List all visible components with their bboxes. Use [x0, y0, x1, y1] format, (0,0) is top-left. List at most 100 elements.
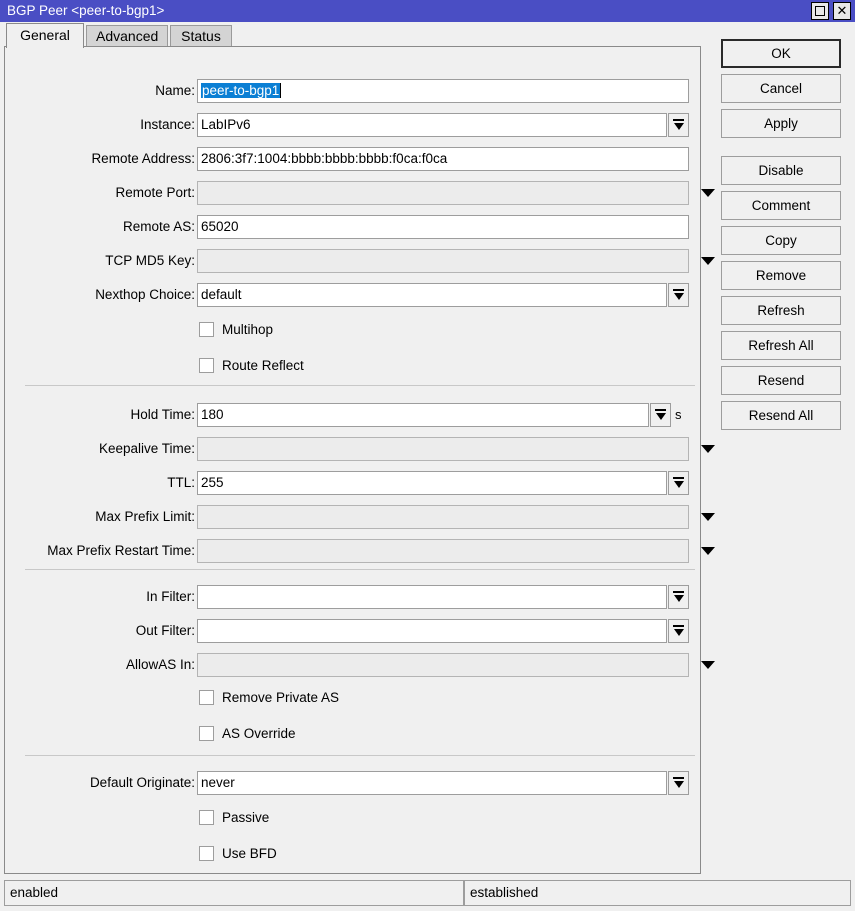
- field-out-filter[interactable]: [197, 619, 667, 643]
- button-ok[interactable]: OK: [721, 39, 841, 68]
- field-allowas-in: [197, 653, 689, 677]
- button-cancel[interactable]: Cancel: [721, 74, 841, 103]
- dropdown-arrow-icon-max-prefix-restart-time[interactable]: [701, 547, 715, 555]
- general-tab-panel: Name:peer-to-bgp1Instance:LabIPv6Remote …: [4, 46, 701, 874]
- field-in-filter[interactable]: [197, 585, 667, 609]
- field-label: AllowAS In:: [5, 653, 195, 677]
- field-label: Remote AS:: [5, 215, 195, 239]
- button-resend-all[interactable]: Resend All: [721, 401, 841, 430]
- chevron-down-icon: [674, 123, 684, 130]
- chevron-down-icon: [674, 629, 684, 636]
- spinner-bar-icon: [673, 119, 684, 121]
- status-enabled-state: enabled: [4, 880, 464, 906]
- form-row: Remote Address:2806:3f7:1004:bbbb:bbbb:b…: [5, 147, 702, 171]
- spinner-button-default-originate[interactable]: [668, 771, 689, 795]
- status-bar: enabled established: [0, 880, 855, 908]
- field-hold-time[interactable]: 180: [197, 403, 649, 427]
- button-resend[interactable]: Resend: [721, 366, 841, 395]
- field-label: Nexthop Choice:: [5, 283, 195, 307]
- button-refresh[interactable]: Refresh: [721, 296, 841, 325]
- maximize-icon: [815, 6, 825, 16]
- section-separator: [25, 755, 695, 756]
- spinner-bar-icon: [673, 477, 684, 479]
- checkbox-route-reflect[interactable]: [199, 358, 214, 373]
- dropdown-arrow-icon-tcp-md5-key[interactable]: [701, 257, 715, 265]
- checkbox-label: Route Reflect: [222, 355, 304, 376]
- field-tcp-md5-key: [197, 249, 689, 273]
- maximize-button[interactable]: [811, 2, 829, 20]
- spinner-bar-icon: [673, 777, 684, 779]
- unit-suffix: s: [675, 403, 682, 427]
- bgp-peer-dialog: BGP Peer <peer-to-bgp1> ✕ GeneralAdvance…: [0, 0, 855, 911]
- status-session-state: established: [464, 880, 851, 906]
- checkbox-passive[interactable]: [199, 810, 214, 825]
- dropdown-arrow-icon-keepalive-time[interactable]: [701, 445, 715, 453]
- spinner-button-in-filter[interactable]: [668, 585, 689, 609]
- button-copy[interactable]: Copy: [721, 226, 841, 255]
- spinner-bar-icon: [673, 625, 684, 627]
- checkbox-remove-private-as[interactable]: [199, 690, 214, 705]
- spinner-button-out-filter[interactable]: [668, 619, 689, 643]
- spinner-button-nexthop-choice[interactable]: [668, 283, 689, 307]
- tab-status[interactable]: Status: [170, 25, 232, 48]
- button-refresh-all[interactable]: Refresh All: [721, 331, 841, 360]
- field-label: TTL:: [5, 471, 195, 495]
- chevron-down-icon: [674, 595, 684, 602]
- form-row: Max Prefix Restart Time:: [5, 539, 702, 563]
- chevron-down-icon: [674, 293, 684, 300]
- form-row: AllowAS In:: [5, 653, 702, 677]
- checkbox-multihop[interactable]: [199, 322, 214, 337]
- tab-general[interactable]: General: [6, 23, 84, 48]
- dropdown-arrow-icon-allowas-in[interactable]: [701, 661, 715, 669]
- field-name[interactable]: peer-to-bgp1: [197, 79, 689, 103]
- form-row: Nexthop Choice:default: [5, 283, 702, 307]
- title-bar: BGP Peer <peer-to-bgp1> ✕: [0, 0, 855, 22]
- spinner-button-hold-time[interactable]: [650, 403, 671, 427]
- button-apply[interactable]: Apply: [721, 109, 841, 138]
- field-label: Remote Port:: [5, 181, 195, 205]
- spinner-bar-icon: [673, 591, 684, 593]
- spinner-button-instance[interactable]: [668, 113, 689, 137]
- field-label: In Filter:: [5, 585, 195, 609]
- field-label: TCP MD5 Key:: [5, 249, 195, 273]
- field-label: Out Filter:: [5, 619, 195, 643]
- dropdown-arrow-icon-remote-port[interactable]: [701, 189, 715, 197]
- window-title: BGP Peer <peer-to-bgp1>: [7, 3, 164, 19]
- checkbox-use-bfd[interactable]: [199, 846, 214, 861]
- field-max-prefix-limit: [197, 505, 689, 529]
- field-remote-address[interactable]: 2806:3f7:1004:bbbb:bbbb:bbbb:f0ca:f0ca: [197, 147, 689, 171]
- field-remote-port: [197, 181, 689, 205]
- chevron-down-icon: [656, 413, 666, 420]
- tab-advanced[interactable]: Advanced: [86, 25, 168, 48]
- form-row: Name:peer-to-bgp1: [5, 79, 702, 103]
- field-label: Instance:: [5, 113, 195, 137]
- button-remove[interactable]: Remove: [721, 261, 841, 290]
- form-row: Out Filter:: [5, 619, 702, 643]
- field-label: Remote Address:: [5, 147, 195, 171]
- section-separator: [25, 385, 695, 386]
- checkbox-as-override[interactable]: [199, 726, 214, 741]
- checkbox-label: Use BFD: [222, 843, 277, 864]
- field-ttl[interactable]: 255: [197, 471, 667, 495]
- field-nexthop-choice[interactable]: default: [197, 283, 667, 307]
- field-default-originate[interactable]: never: [197, 771, 667, 795]
- spinner-button-ttl[interactable]: [668, 471, 689, 495]
- chevron-down-icon: [674, 781, 684, 788]
- close-button[interactable]: ✕: [833, 2, 851, 20]
- section-separator: [25, 569, 695, 570]
- spinner-bar-icon: [655, 409, 666, 411]
- field-max-prefix-restart-time: [197, 539, 689, 563]
- form-row: Default Originate:never: [5, 771, 702, 795]
- button-comment[interactable]: Comment: [721, 191, 841, 220]
- field-value: peer-to-bgp1: [201, 83, 280, 98]
- dropdown-arrow-icon-max-prefix-limit[interactable]: [701, 513, 715, 521]
- field-label: Max Prefix Restart Time:: [5, 539, 195, 563]
- field-label: Keepalive Time:: [5, 437, 195, 461]
- field-instance[interactable]: LabIPv6: [197, 113, 667, 137]
- form-row: Remote AS:65020: [5, 215, 702, 239]
- chevron-down-icon: [674, 481, 684, 488]
- checkbox-label: AS Override: [222, 723, 296, 744]
- button-disable[interactable]: Disable: [721, 156, 841, 185]
- field-remote-as[interactable]: 65020: [197, 215, 689, 239]
- form-row: TTL:255: [5, 471, 702, 495]
